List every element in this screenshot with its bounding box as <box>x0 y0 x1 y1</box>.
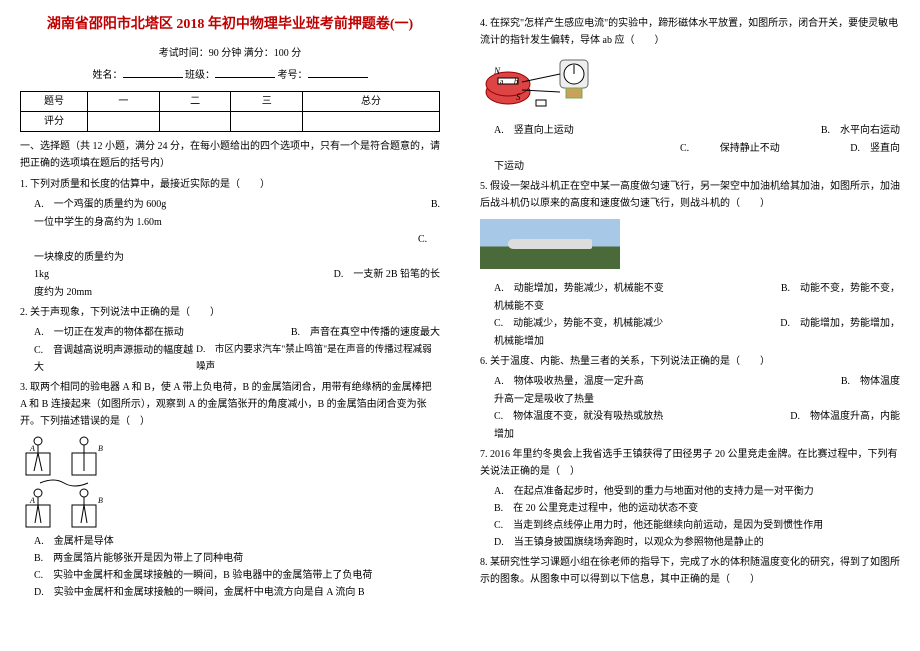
q3-stem: 3. 取两个相同的验电器 A 和 B，使 A 带上负电荷，B 的金属箔闭合，用带… <box>20 379 440 430</box>
cell: 评分 <box>21 112 88 132</box>
q8-stem: 8. 某研究性学习课题小组在徐老师的指导下，完成了水的体积随温度变化的研究，得到… <box>480 554 900 588</box>
q2-A: A. 一切正在发声的物体都在振动 <box>34 324 184 342</box>
q1-stem: 1. 下列对质量和长度的估算中，最接近实际的是（ ） <box>20 176 440 193</box>
q1-C-val: 1kg <box>34 266 49 284</box>
cell: 二 <box>159 92 231 112</box>
q3-B: B. 两金属箔片能够张开是因为带上了同种电荷 <box>34 550 440 567</box>
q2-stem: 2. 关于声现象，下列说法中正确的是（ ） <box>20 304 440 321</box>
q4-D: D. 竖直向 <box>850 140 900 158</box>
cell: 一 <box>88 92 160 112</box>
cell: 题号 <box>21 92 88 112</box>
section1-header: 一、选择题（共 12 小题，满分 24 分，在每小题给出的四个选项中，只有一个是… <box>20 138 440 172</box>
q4-D2: 下运动 <box>494 158 900 175</box>
cell <box>303 112 440 132</box>
electroscope-icon: A B A B <box>20 433 110 533</box>
q7-D: D. 当王镇身披国旗绕场奔跑时，以观众为参照物他是静止的 <box>494 534 900 551</box>
blank-name <box>123 67 183 78</box>
q1-B: 一位中学生的身高约为 1.60m <box>34 214 440 231</box>
q1-C-pre: 一块橡皮的质量约为 <box>34 249 440 266</box>
q4-B: B. 水平向右运动 <box>821 122 900 140</box>
q4-C-label: C. <box>680 140 689 158</box>
q3-D: D. 实验中金属杆和金属球接触的一瞬间，金属杆中电流方向是自 A 流向 B <box>34 584 440 601</box>
q4-figure: N S a b <box>480 52 900 122</box>
q6-D: D. 物体温度升高，内能 <box>790 408 900 426</box>
q3-A: A. 金属杆是导体 <box>34 533 440 550</box>
airplane-image <box>480 219 620 269</box>
right-column: 4. 在探究"怎样产生感应电流"的实验中，蹄形磁体水平放置，如图所示，闭合开关，… <box>460 0 920 651</box>
q2-C: C. 音调越高说明声源振动的幅度越大 <box>34 342 196 376</box>
q5-D2: 机械能增加 <box>494 333 900 350</box>
q4-A: A. 竖直向上运动 <box>494 122 574 140</box>
q1-B-label: B. <box>431 196 440 214</box>
q5-C: C. 动能减少，势能不变，机械能减少 <box>494 315 663 333</box>
q1-C-label: C. <box>418 231 427 249</box>
magnet-circuit-icon: N S a b <box>480 52 610 122</box>
q5-A: A. 动能增加，势能减少，机械能不变 <box>494 280 664 298</box>
svg-text:A: A <box>29 444 35 453</box>
label-class: 班级： <box>185 70 215 81</box>
svg-text:A: A <box>29 496 35 505</box>
svg-text:B: B <box>98 444 103 453</box>
q6-B2: 升高一定是吸收了热量 <box>494 391 900 408</box>
q5-B2: 机械能不变 <box>494 298 900 315</box>
q3-figure: A B A B <box>20 433 440 533</box>
q5-D: D. 动能增加，势能增加， <box>780 315 900 333</box>
cell: 总分 <box>303 92 440 112</box>
cell: 三 <box>231 92 303 112</box>
q6-stem: 6. 关于温度、内能、热量三者的关系，下列说法正确的是（ ） <box>480 353 900 370</box>
cell <box>88 112 160 132</box>
exam-title: 湖南省邵阳市北塔区 2018 年初中物理毕业班考前押题卷(一) <box>20 12 440 37</box>
score-table: 题号 一 二 三 总分 评分 <box>20 91 440 132</box>
svg-text:b: b <box>514 77 518 86</box>
q5-B: B. 动能不变，势能不变， <box>781 280 900 298</box>
q6-C: C. 物体温度不变，就没有吸热或放热 <box>494 408 663 426</box>
exam-time-score: 考试时间：90 分钟 满分：100 分 <box>20 45 440 63</box>
svg-text:B: B <box>98 496 103 505</box>
label-examno: 考号： <box>278 70 308 81</box>
left-column: 湖南省邵阳市北塔区 2018 年初中物理毕业班考前押题卷(一) 考试时间：90 … <box>0 0 460 651</box>
blank-class <box>215 67 275 78</box>
table-row: 评分 <box>21 112 440 132</box>
q6-A: A. 物体吸收热量，温度一定升高 <box>494 373 644 391</box>
svg-text:N: N <box>493 66 501 76</box>
q2-B: B. 声音在真空中传播的速度最大 <box>291 324 440 342</box>
label-name: 姓名： <box>93 70 123 81</box>
blank-examno <box>308 67 368 78</box>
q6-B: B. 物体温度 <box>841 373 900 391</box>
q4-stem: 4. 在探究"怎样产生感应电流"的实验中，蹄形磁体水平放置，如图所示，闭合开关，… <box>480 15 900 49</box>
q1-D-val: 度约为 20mm <box>34 284 440 301</box>
svg-text:a: a <box>500 77 504 86</box>
q1-A: A. 一个鸡蛋的质量约为 600g <box>34 196 166 214</box>
cell <box>159 112 231 132</box>
q7-A: A. 在起点准备起步时，他受到的重力与地面对他的支持力是一对平衡力 <box>494 483 900 500</box>
svg-text:S: S <box>516 92 521 102</box>
q7-stem: 7. 2016 年里约冬奥会上我省选手王镇获得了田径男子 20 公里竞走金牌。在… <box>480 446 900 480</box>
table-row: 题号 一 二 三 总分 <box>21 92 440 112</box>
exam-student-meta: 姓名： 班级： 考号： <box>20 67 440 85</box>
q5-stem: 5. 假设一架战斗机正在空中某一高度做匀速飞行，另一架空中加油机给其加油，如图所… <box>480 178 900 212</box>
q7-B: B. 在 20 公里竞走过程中，他的运动状态不变 <box>494 500 900 517</box>
q2-D: D. 市区内要求汽车"禁止鸣笛"是在声音的传播过程减弱噪声 <box>196 342 440 376</box>
q3-C: C. 实验中金属杆和金属球接触的一瞬间，B 验电器中的金属箔带上了负电荷 <box>34 567 440 584</box>
q1-D-label: D. 一支新 2B 铅笔的长 <box>334 266 440 284</box>
cell <box>231 112 303 132</box>
q6-D2: 增加 <box>494 426 900 443</box>
q7-C: C. 当走到终点线停止用力时，他还能继续向前运动，是因为受到惯性作用 <box>494 517 900 534</box>
q4-C: 保持静止不动 <box>720 140 780 158</box>
